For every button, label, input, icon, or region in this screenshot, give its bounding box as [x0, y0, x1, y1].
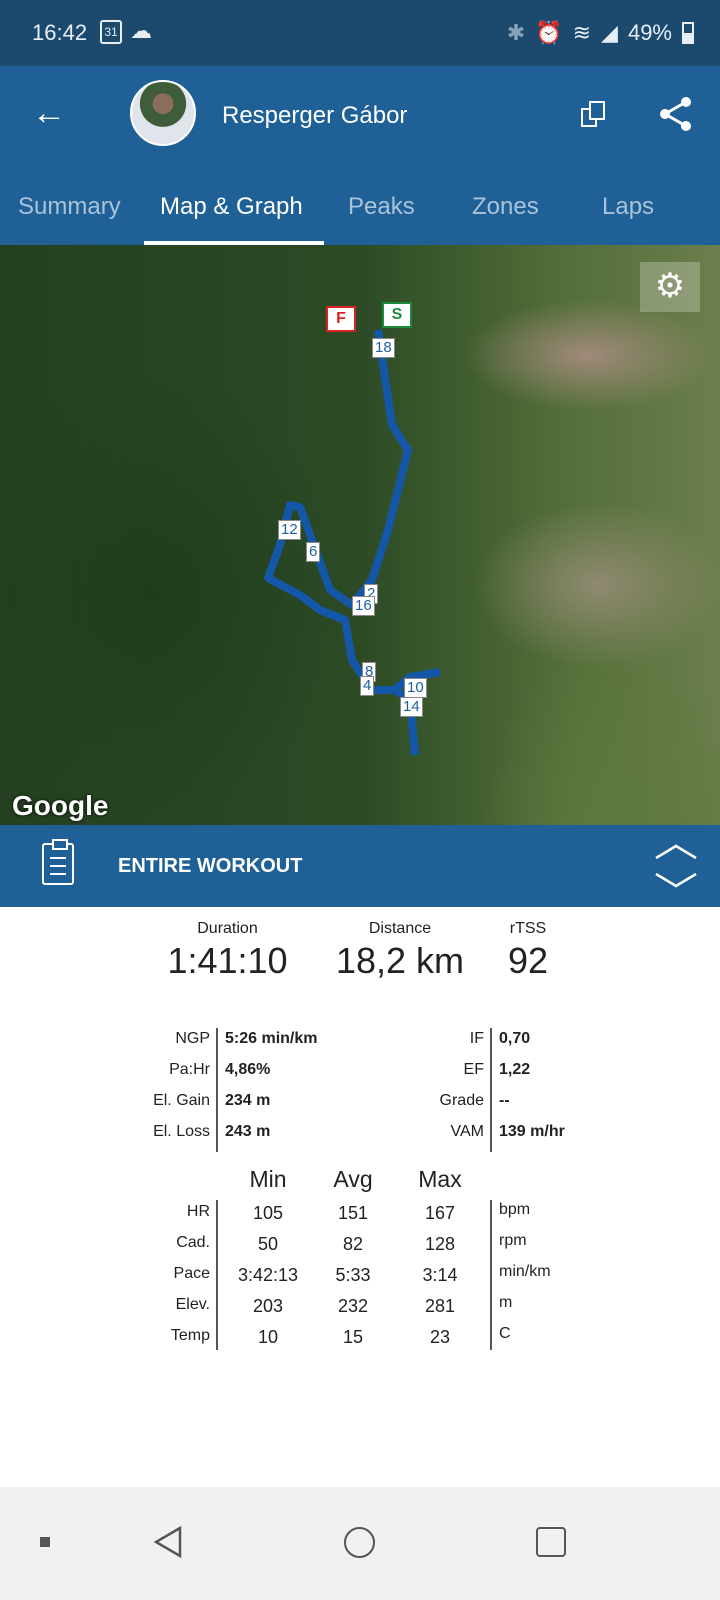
home-nav-icon[interactable] — [344, 1527, 375, 1558]
back-button[interactable]: ← — [32, 96, 66, 130]
summary-duration: Duration 1:41:10 — [167, 920, 288, 981]
tab-laps[interactable]: Laps — [602, 193, 654, 221]
divider — [216, 1200, 218, 1350]
lap-marker[interactable]: 6 — [306, 542, 321, 562]
workout-section-header[interactable] — [0, 825, 720, 907]
summary-rtss: rTSS 92 — [507, 920, 549, 981]
divider — [216, 1028, 218, 1152]
tab-peaks[interactable]: Peaks — [348, 193, 415, 221]
tab-map-graph[interactable]: Map & Graph — [160, 193, 303, 221]
system-nav-bar — [0, 1487, 720, 1600]
expand-collapse-chevron-icon[interactable] — [652, 840, 700, 892]
google-logo: Google — [12, 790, 109, 821]
back-nav-icon[interactable] — [152, 1525, 184, 1559]
map-settings-gear-icon[interactable]: ⚙ — [640, 262, 700, 312]
clock: 16:42 — [32, 20, 88, 45]
map-view[interactable] — [0, 245, 720, 825]
bluetooth-icon: ✱ — [506, 20, 526, 45]
divider — [490, 1200, 492, 1350]
calendar-icon: 31 — [100, 20, 122, 44]
start-marker[interactable]: S — [382, 302, 412, 328]
column-header-min: Min — [249, 1166, 287, 1192]
recents-dot-icon[interactable] — [40, 1537, 50, 1547]
overview-nav-icon[interactable] — [536, 1527, 566, 1557]
tab-bar: Summary Map & Graph Peaks Zones Laps — [0, 185, 720, 245]
lap-marker[interactable]: 18 — [372, 338, 395, 358]
lap-marker[interactable]: 16 — [352, 596, 375, 616]
wifi-icon: ≋ — [572, 20, 592, 45]
clipboard-icon — [42, 839, 74, 885]
status-bar: 16:42 31 ☁ ✱ ⏰ ≋ ◢ 49% — [0, 0, 720, 66]
route-line — [264, 329, 441, 756]
lap-marker[interactable]: 4 — [360, 676, 375, 696]
tab-summary[interactable]: Summary — [18, 193, 121, 221]
finish-marker[interactable]: F — [326, 306, 356, 332]
divider — [490, 1028, 492, 1152]
share-icon[interactable] — [658, 96, 694, 132]
summary-distance: Distance 18,2 km — [335, 920, 465, 981]
signal-icon: ◢ — [601, 20, 618, 45]
copy-icon[interactable] — [580, 100, 608, 128]
tab-zones[interactable]: Zones — [472, 193, 539, 221]
user-name: Resperger Gábor — [222, 102, 408, 129]
cloud-icon: ☁ — [130, 18, 152, 43]
alarm-icon: ⏰ — [535, 20, 563, 45]
column-header-avg: Avg — [333, 1166, 373, 1192]
lap-marker[interactable]: 10 — [404, 678, 427, 698]
battery-icon — [682, 22, 694, 44]
lap-marker[interactable]: 14 — [400, 697, 423, 717]
avatar[interactable] — [130, 80, 196, 146]
battery-level: 49% — [627, 20, 672, 45]
lap-marker[interactable]: 12 — [278, 520, 301, 540]
column-header-max: Max — [418, 1166, 462, 1192]
section-title: ENTIRE WORKOUT — [118, 855, 303, 877]
